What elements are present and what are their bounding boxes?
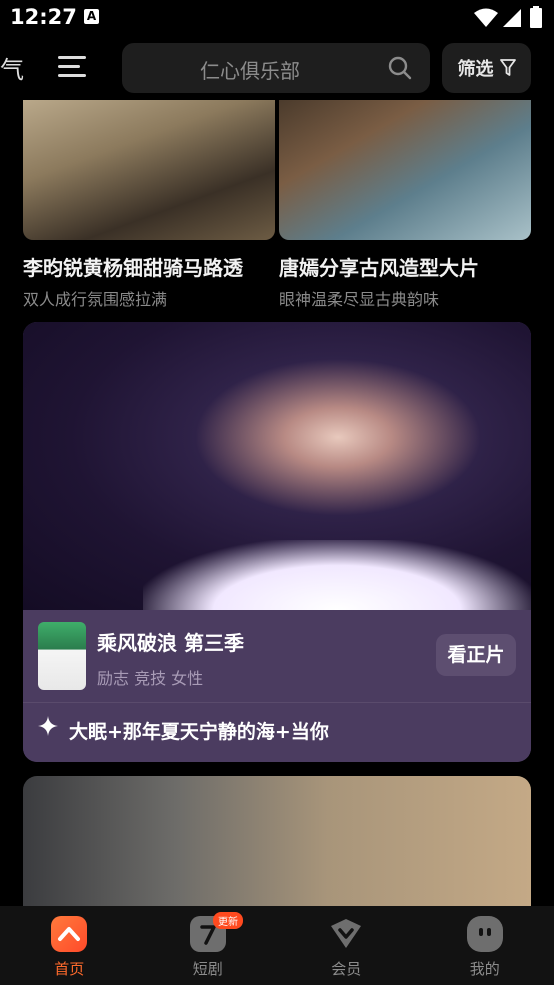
video-card[interactable]	[23, 776, 531, 906]
nav-label: 短剧	[192, 960, 223, 978]
filter-icon	[499, 59, 516, 76]
nav-me[interactable]: 我的	[416, 906, 554, 985]
battery-icon	[530, 6, 542, 28]
nav-home[interactable]: 首页	[0, 906, 139, 985]
home-icon	[51, 916, 88, 952]
video-title: 唐嫣分享古风造型大片	[279, 256, 479, 280]
profile-icon	[466, 916, 503, 952]
top-bar: 气 仁心俱乐部 筛选	[0, 36, 554, 100]
show-tags: 励志 竞技 女性	[97, 669, 204, 688]
filter-button[interactable]: 筛选	[442, 43, 531, 93]
divider	[23, 702, 531, 703]
stage-light	[143, 540, 531, 610]
weather-label[interactable]: 气	[0, 50, 24, 85]
wifi-icon	[474, 8, 498, 27]
search-placeholder: 仁心俱乐部	[200, 59, 300, 83]
filter-label: 筛选	[457, 59, 494, 80]
nav-label: 会员	[331, 960, 362, 978]
video-subtitle: 双人成行氛围感拉满	[23, 290, 168, 309]
video-thumbnail	[23, 100, 275, 240]
vip-icon	[328, 916, 364, 952]
signal-icon	[503, 9, 521, 27]
update-badge: 更新	[213, 912, 243, 929]
nav-vip[interactable]: 会员	[277, 906, 416, 985]
nav-label: 首页	[54, 960, 85, 978]
featured-show-info: 乘风破浪 第三季 励志 竞技 女性 看正片 大眠+那年夏天宁静的海+当你	[23, 610, 531, 762]
featured-show-image	[23, 322, 531, 610]
video-title: 李昀锐黄杨钿甜骑马路透	[23, 256, 243, 280]
sparkle-icon	[38, 716, 58, 736]
nav-label: 我的	[469, 960, 500, 978]
notification-icon: A	[84, 9, 99, 24]
nav-short-drama[interactable]: 短剧	[139, 906, 278, 985]
menu-icon[interactable]	[58, 54, 88, 80]
bottom-nav: 首页 短剧 会员 我的 更新	[0, 906, 554, 985]
video-subtitle: 眼神温柔尽显古典韵味	[279, 290, 440, 309]
search-icon	[388, 56, 412, 80]
search-input[interactable]: 仁心俱乐部	[122, 43, 430, 93]
featured-caption[interactable]: 大眠+那年夏天宁静的海+当你	[69, 717, 329, 744]
featured-show-card[interactable]: 乘风破浪 第三季 励志 竞技 女性 看正片 大眠+那年夏天宁静的海+当你	[23, 322, 531, 762]
watch-full-button[interactable]: 看正片	[436, 634, 516, 676]
feed: 李昀锐黄杨钿甜骑马路透 双人成行氛围感拉满 唐嫣分享古风造型大片 眼神温柔尽显古…	[0, 100, 554, 906]
show-cover-thumbnail[interactable]	[38, 622, 86, 690]
status-bar: 12:27 A	[0, 0, 554, 36]
video-thumbnail	[279, 100, 531, 240]
show-title: 乘风破浪 第三季	[97, 631, 244, 655]
status-time: 12:27	[10, 5, 77, 29]
